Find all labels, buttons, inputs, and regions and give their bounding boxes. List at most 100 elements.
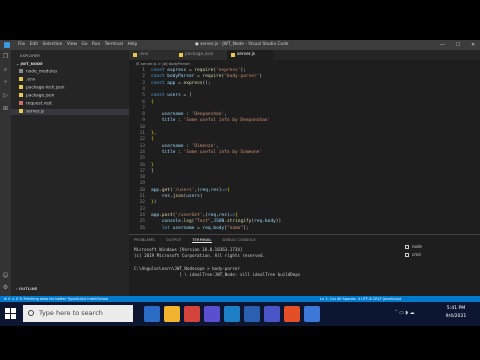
code-token: username: [161, 112, 184, 118]
clock[interactable]: 5:41 PM 9/4/2021: [436, 305, 476, 321]
file-item[interactable]: request.rest: [19, 101, 52, 107]
code-line[interactable]: },: [151, 131, 156, 136]
code-token: req: [199, 187, 208, 193]
code-line[interactable]: username : 'Deepanshan',: [151, 112, 227, 117]
code-token: app: [151, 212, 160, 218]
taskbar-app-icon[interactable]: [304, 306, 320, 322]
panel-tab-debug-console[interactable]: DEBUG CONSOLE: [223, 237, 256, 242]
minimize-icon[interactable]: —: [440, 40, 445, 50]
file-item[interactable]: .env: [19, 77, 35, 83]
tab-server-js[interactable]: server.js: [227, 50, 273, 60]
file-name: server.js: [26, 109, 45, 115]
tab-label: .env: [139, 52, 149, 57]
panel-tab-terminal[interactable]: TERMINAL: [192, 237, 212, 243]
code-line[interactable]: {: [151, 100, 154, 105]
code-line[interactable]: let username = req.body["name"];: [151, 226, 249, 231]
menu-item-selection[interactable]: Selection: [43, 42, 63, 47]
windows-start-icon[interactable]: [5, 308, 17, 320]
code-token: console: [161, 219, 181, 225]
code-token: = [: [180, 93, 192, 99]
code-token: ,: [224, 112, 227, 118]
taskbar-app-icon[interactable]: [224, 306, 240, 322]
code-token: =: [194, 225, 203, 231]
code-line[interactable]: const bodyParser = require('body-parser'…: [151, 74, 262, 79]
code-line[interactable]: app.post('/userGet',(req,res)=>{: [151, 213, 238, 218]
menu-item-run[interactable]: Run: [92, 42, 100, 47]
taskbar-app-icon[interactable]: [264, 306, 280, 322]
gear-icon[interactable]: ⚙: [2, 284, 9, 291]
code-token: ): [199, 194, 203, 199]
account-icon[interactable]: ☺: [2, 272, 9, 279]
taskbar-app-icon[interactable]: [244, 306, 260, 322]
video-frame: File Edit Selection View Go Run Terminal Help ●…: [0, 0, 480, 360]
code-line[interactable]: res.json(users): [151, 194, 203, 199]
taskbar-search-box[interactable]: Type here to search: [23, 305, 133, 322]
taskbar-app-icon[interactable]: [284, 306, 300, 322]
code-line[interactable]: console.log("Test",JSON.stringify(req.bo…: [151, 219, 281, 224]
maximize-icon[interactable]: ☐: [456, 40, 460, 50]
taskbar-app-icon[interactable]: [184, 306, 200, 322]
line-number: 5: [142, 93, 145, 99]
line-number: 7: [142, 105, 145, 111]
code-line[interactable]: const app = express();: [151, 81, 211, 86]
terminal-output[interactable]: Microsoft Windows [Version 10.0.18363.17…: [134, 247, 394, 278]
taskbar-app-icon[interactable]: [204, 306, 220, 322]
files-icon[interactable]: ❐: [2, 53, 9, 60]
menu-item-terminal[interactable]: Terminal: [105, 42, 123, 47]
menu-item-go[interactable]: Go: [82, 42, 88, 47]
line-number: 23: [139, 206, 145, 212]
env-file-icon: [133, 53, 137, 57]
code-token: :: [175, 149, 184, 155]
file-item[interactable]: package.json: [19, 93, 54, 99]
terminal-instance[interactable]: cmd: [405, 252, 422, 257]
code-line[interactable]: username : 'Dimenza',: [151, 144, 219, 149]
terminal-instance[interactable]: node: [405, 244, 422, 249]
close-icon[interactable]: ✕: [471, 40, 475, 50]
tab-env[interactable]: .env: [129, 50, 175, 60]
code-line[interactable]: }): [151, 200, 156, 205]
line-number: 6: [142, 99, 145, 105]
window-title: ● server.js - JWT_Node - Visual Studio C…: [195, 42, 289, 47]
code-line[interactable]: title : 'Some useful info by Deepanshan': [151, 118, 270, 123]
file-item[interactable]: server.js: [11, 109, 129, 115]
code-line[interactable]: const users = [: [151, 93, 192, 98]
source-control-icon[interactable]: ⑂: [2, 79, 9, 86]
windows-taskbar: Type here to search ˄ ▭ ◗ ☁ 5:41 PM 9/4/…: [0, 302, 480, 326]
code-editor[interactable]: 1 const express = require('express'); 2 con…: [129, 66, 480, 234]
code-token: require: [202, 74, 222, 80]
tab-package-json[interactable]: package.json: [175, 50, 227, 60]
code-token: stringify: [226, 219, 252, 225]
run-debug-icon[interactable]: ▷: [2, 92, 9, 99]
menu-item-edit[interactable]: Edit: [30, 42, 38, 47]
panel-tab-problems[interactable]: PROBLEMS: [134, 237, 155, 242]
system-tray[interactable]: ˄ ▭ ◗ ☁: [395, 310, 415, 316]
line-number: 16: [139, 162, 145, 168]
code-line[interactable]: }: [151, 163, 154, 168]
file-item[interactable]: package-lock.json: [19, 85, 65, 91]
code-line[interactable]: title : 'Some useful info by Someone': [151, 150, 262, 155]
code-line[interactable]: app.get('/users',(req,res)=>{: [151, 188, 230, 193]
code-token: app: [151, 187, 160, 193]
extensions-icon[interactable]: ⊞: [2, 105, 9, 112]
code-token: json: [172, 194, 184, 199]
search-icon[interactable]: ⌕: [2, 66, 9, 73]
line-number: 22: [139, 200, 145, 206]
menu-item-file[interactable]: File: [18, 42, 25, 47]
taskbar-app-icon[interactable]: [164, 306, 180, 322]
code-token: =: [194, 74, 203, 80]
workspace-folder[interactable]: ⌄ JWT_NODE: [16, 61, 43, 66]
code-line[interactable]: const express = require('express');: [151, 68, 246, 73]
panel-tab-output[interactable]: OUTPUT: [166, 237, 181, 242]
code-line[interactable]: {: [151, 137, 154, 142]
file-name: package-lock.json: [26, 85, 65, 91]
code-token: username: [172, 225, 195, 231]
taskbar-app-icon[interactable]: [144, 306, 160, 322]
menu-item-help[interactable]: Help: [127, 42, 137, 47]
menu-item-view[interactable]: View: [67, 42, 77, 47]
code-line[interactable]: ]: [151, 169, 154, 174]
file-item[interactable]: node_modules: [19, 69, 57, 75]
code-token: =: [175, 80, 184, 86]
outline-section[interactable]: › OUTLINE: [16, 286, 37, 291]
